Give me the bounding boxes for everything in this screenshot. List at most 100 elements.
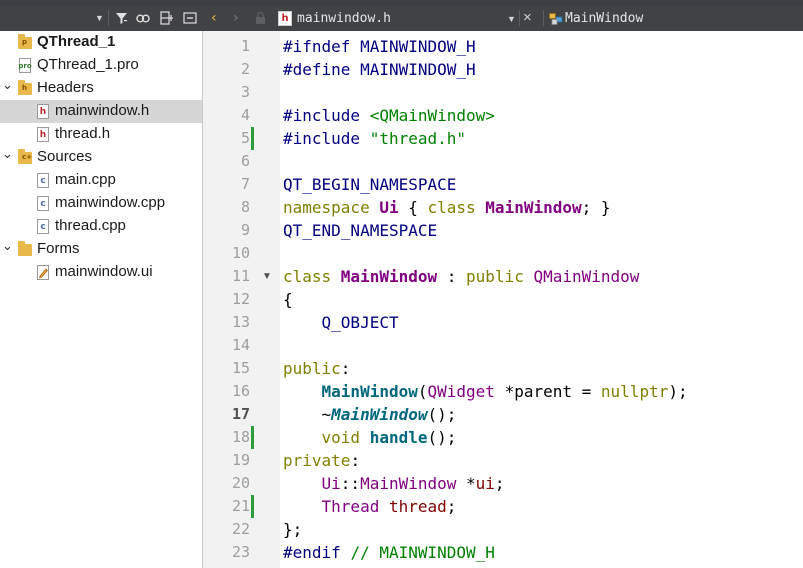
code-text: QT_END_NAMESPACE (283, 221, 438, 240)
project-toolbar: ▼ (0, 6, 203, 31)
code-line[interactable]: 1 #ifndef MAINWINDOW_H (203, 35, 803, 58)
tree-item-label: QThread_1.pro (37, 56, 139, 73)
tree-item-label: Headers (37, 79, 94, 96)
code-line[interactable]: 22}; (203, 518, 803, 541)
file-main-cpp[interactable]: c main.cpp (0, 169, 202, 192)
code-line[interactable]: 5 #include "thread.h" (203, 127, 803, 150)
code-text: Ui::MainWindow *ui; (321, 474, 505, 493)
project-view-dropdown-icon[interactable]: ▼ (95, 13, 104, 23)
code-line[interactable]: 19 private: (203, 449, 803, 472)
folder-forms[interactable]: ⌄ Forms (0, 238, 202, 261)
code-line[interactable]: 17 ~MainWindow(); (203, 403, 803, 426)
code-text: { (283, 290, 293, 309)
header-file-icon: h (36, 127, 50, 142)
folder-headers[interactable]: ⌄ h Headers (0, 77, 202, 100)
code-line[interactable]: 6 (203, 150, 803, 173)
code-text: class MainWindow : public QMainWindow (283, 267, 640, 286)
toolbar-separator (519, 10, 520, 26)
file-thread-h[interactable]: h thread.h (0, 123, 202, 146)
code-line[interactable]: 7 QT_BEGIN_NAMESPACE (203, 173, 803, 196)
code-text: MainWindow(QWidget *parent = nullptr); (321, 382, 688, 401)
code-line[interactable]: 18 void handle(); (203, 426, 803, 449)
split-icon[interactable] (160, 11, 174, 25)
project-tree: p QThread_1 pro QThread_1.pro ⌄ h Headers h main… (0, 31, 202, 568)
tree-item-label: Sources (37, 148, 93, 165)
code-text: }; (283, 520, 303, 539)
code-text: namespace Ui { class MainWindow; } (283, 198, 611, 217)
code-line[interactable]: 4 #include <QMainWindow> (203, 104, 803, 127)
file-thread-cpp[interactable]: c thread.cpp (0, 215, 202, 238)
line-number: 13 (231, 313, 250, 331)
close-file-button[interactable]: × (523, 9, 532, 26)
modified-line-marker (251, 495, 254, 518)
expand-arrow-icon[interactable]: ⌄ (2, 77, 13, 93)
tree-item-label: thread.h (55, 125, 111, 142)
folder-sources[interactable]: ⌄ c+ Sources (0, 146, 202, 169)
code-line[interactable]: 13 Q_OBJECT (203, 311, 803, 334)
line-number: 7 (240, 175, 250, 193)
code-text: QT_BEGIN_NAMESPACE (283, 175, 457, 194)
line-number: 14 (231, 336, 250, 354)
forward-button[interactable]: › (233, 10, 239, 26)
line-number: 16 (231, 382, 250, 400)
code-line[interactable]: 12 { (203, 288, 803, 311)
open-file-name[interactable]: mainwindow.h (297, 11, 391, 26)
fold-marker-icon[interactable]: ▼ (262, 271, 272, 282)
code-line[interactable]: 9 QT_END_NAMESPACE (203, 219, 803, 242)
line-number: 23 (231, 543, 250, 561)
modified-line-marker (251, 127, 254, 150)
source-file-icon: c (36, 173, 50, 188)
modified-line-marker (251, 426, 254, 449)
expand-arrow-icon[interactable]: ⌄ (2, 146, 13, 162)
collapse-icon[interactable] (183, 11, 197, 25)
line-number: 9 (240, 221, 250, 239)
file-dropdown-icon[interactable]: ▼ (507, 14, 516, 24)
code-line[interactable]: 15 public: (203, 357, 803, 380)
code-line[interactable]: 11 ▼ class MainWindow : public QMainWindow (203, 265, 803, 288)
code-text: ~MainWindow(); (283, 405, 457, 424)
file-qthread-pro[interactable]: pro QThread_1.pro (0, 54, 202, 77)
editor-toolbar: ‹ › h mainwindow.h ▼ × MainWindow (203, 6, 803, 31)
tree-item-label: thread.cpp (55, 217, 126, 234)
code-text: Q_OBJECT (321, 313, 399, 332)
filter-icon[interactable] (114, 11, 128, 25)
code-line[interactable]: 20 Ui::MainWindow *ui; (203, 472, 803, 495)
line-number: 21 (231, 497, 250, 515)
code-line[interactable]: 23 #endif // MAINWINDOW_H (203, 541, 803, 564)
line-number: 22 (231, 520, 250, 538)
line-number: 15 (231, 359, 250, 377)
project-root[interactable]: p QThread_1 (0, 31, 202, 54)
current-symbol[interactable]: MainWindow (565, 11, 643, 26)
file-mainwindow-cpp[interactable]: c mainwindow.cpp (0, 192, 202, 215)
folder-icon: c+ (18, 148, 32, 165)
line-number: 20 (231, 474, 250, 492)
tree-item-label: mainwindow.ui (55, 263, 153, 280)
code-line[interactable]: 14 (203, 334, 803, 357)
code-line[interactable]: 10 (203, 242, 803, 265)
code-line[interactable]: 16 MainWindow(QWidget *parent = nullptr)… (203, 380, 803, 403)
line-number: 12 (231, 290, 250, 308)
expand-arrow-icon[interactable]: ⌄ (2, 238, 13, 254)
code-text: public: (283, 359, 351, 378)
code-text: #define MAINWINDOW_H (283, 60, 476, 79)
lock-icon[interactable] (255, 11, 266, 30)
code-line[interactable]: 8 namespace Ui { class MainWindow; } (203, 196, 803, 219)
code-line[interactable]: 21 Thread thread; (203, 495, 803, 518)
source-file-icon: c (36, 196, 50, 211)
header-file-icon: h (278, 11, 292, 26)
tree-item-label: Forms (37, 240, 80, 257)
code-text: private: (283, 451, 361, 470)
code-text: #endif // MAINWINDOW_H (283, 543, 495, 562)
code-line[interactable]: 2 #define MAINWINDOW_H (203, 58, 803, 81)
code-editor[interactable]: 1 #ifndef MAINWINDOW_H 2 #define MAINWINDOW… (203, 31, 803, 568)
link-icon[interactable] (136, 11, 150, 25)
code-text: #include <QMainWindow> (283, 106, 495, 125)
code-text: Thread thread; (321, 497, 457, 516)
code-line[interactable]: 3 (203, 81, 803, 104)
line-number: 4 (240, 106, 250, 124)
file-mainwindow-ui[interactable]: mainwindow.ui (0, 261, 202, 284)
back-button[interactable]: ‹ (211, 10, 217, 26)
tree-item-label: mainwindow.cpp (55, 194, 166, 211)
source-file-icon: c (36, 219, 50, 234)
file-mainwindow-h[interactable]: h mainwindow.h (0, 100, 202, 123)
